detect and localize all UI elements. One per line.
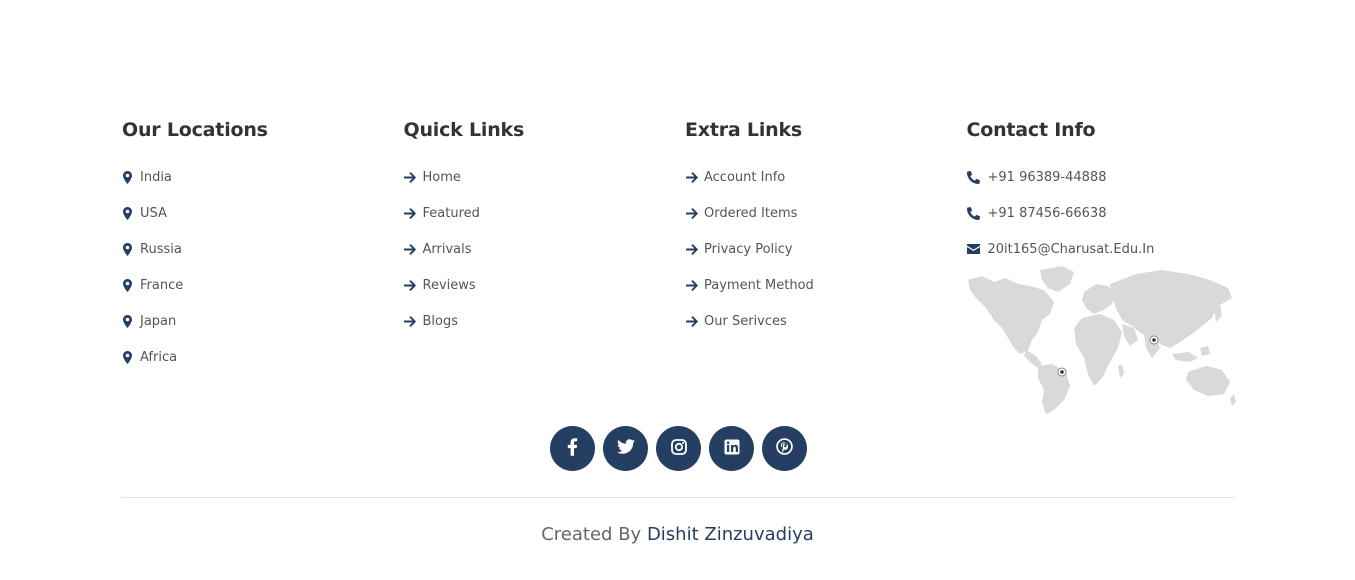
linkedin-icon [724, 439, 740, 459]
world-map-illustration [966, 262, 1236, 414]
location-item-france[interactable]: France [122, 267, 404, 303]
contact-email-label: 20it165@Charusat.Edu.In [987, 241, 1155, 257]
arrow-right-icon [404, 314, 417, 328]
twitter-button[interactable] [603, 426, 648, 471]
location-item-usa[interactable]: USA [122, 195, 404, 231]
linkedin-button[interactable] [709, 426, 754, 471]
quick-link-featured[interactable]: Featured [404, 195, 686, 231]
extra-links-column: Extra Links Account Info Ordered Items P… [685, 117, 967, 375]
location-label: France [140, 277, 184, 293]
location-label: Russia [140, 241, 182, 257]
facebook-button[interactable] [550, 426, 595, 471]
arrow-right-icon [685, 314, 698, 328]
quick-link-reviews[interactable]: Reviews [404, 267, 686, 303]
pinterest-button[interactable] [762, 426, 807, 471]
credit-author[interactable]: Dishit Zinzuvadiya [647, 524, 814, 545]
pinterest-icon [776, 438, 793, 459]
twitter-icon [616, 439, 635, 458]
quick-link-blogs[interactable]: Blogs [404, 303, 686, 339]
credit-line: Created By Dishit Zinzuvadiya [0, 522, 1355, 548]
map-marker-icon [122, 242, 132, 256]
location-label: Africa [140, 349, 178, 365]
arrow-right-icon [404, 242, 417, 256]
extra-link-payment-method[interactable]: Payment Method [685, 267, 967, 303]
map-marker-icon [122, 170, 132, 184]
location-item-africa[interactable]: Africa [122, 339, 404, 375]
credit-prefix: Created By [541, 524, 642, 545]
contact-phone-1[interactable]: +91 96389-44888 [967, 159, 1249, 195]
arrow-right-icon [404, 278, 417, 292]
locations-list: India USA Russia France Japan Africa [122, 159, 404, 375]
instagram-button[interactable] [656, 426, 701, 471]
extra-link-ordered-items[interactable]: Ordered Items [685, 195, 967, 231]
extra-link-privacy-policy[interactable]: Privacy Policy [685, 231, 967, 267]
quick-link-label: Home [422, 169, 461, 185]
quick-links-column: Quick Links Home Featured Arrivals Revie… [404, 117, 686, 375]
map-marker-icon [122, 278, 132, 292]
map-marker-icon [122, 206, 132, 220]
extra-links-title: Extra Links [685, 119, 803, 141]
arrow-right-icon [404, 206, 417, 220]
location-item-russia[interactable]: Russia [122, 231, 404, 267]
extra-link-label: Payment Method [704, 277, 814, 293]
location-label: Japan [140, 313, 177, 329]
instagram-icon [670, 438, 687, 459]
contact-phone-2-label: +91 87456-66638 [987, 205, 1107, 221]
quick-links-list: Home Featured Arrivals Reviews Blogs [404, 159, 686, 339]
quick-link-home[interactable]: Home [404, 159, 686, 195]
footer-divider [121, 497, 1235, 498]
extra-link-label: Our Serivces [704, 313, 787, 329]
phone-icon [967, 206, 981, 220]
quick-link-label: Arrivals [422, 241, 472, 257]
arrow-right-icon [685, 242, 698, 256]
location-item-india[interactable]: India [122, 159, 404, 195]
locations-title: Our Locations [122, 119, 268, 141]
contact-phone-1-label: +91 96389-44888 [987, 169, 1107, 185]
phone-icon [967, 170, 981, 184]
quick-link-label: Reviews [422, 277, 476, 293]
extra-link-label: Account Info [704, 169, 786, 185]
arrow-right-icon [685, 278, 698, 292]
footer: Our Locations India USA Russia France Ja… [0, 0, 1355, 580]
envelope-icon [967, 242, 981, 256]
contact-list: +91 96389-44888 +91 87456-66638 20it165@… [967, 159, 1249, 267]
location-label: USA [140, 205, 167, 221]
extra-link-our-services[interactable]: Our Serivces [685, 303, 967, 339]
location-label: India [140, 169, 172, 185]
extra-link-label: Ordered Items [704, 205, 798, 221]
map-marker-icon [122, 350, 132, 364]
locations-column: Our Locations India USA Russia France Ja… [122, 117, 404, 375]
social-links [550, 426, 807, 471]
contact-title: Contact Info [966, 119, 1096, 141]
extra-link-label: Privacy Policy [704, 241, 793, 257]
location-item-japan[interactable]: Japan [122, 303, 404, 339]
quick-links-title: Quick Links [403, 119, 525, 141]
contact-phone-2[interactable]: +91 87456-66638 [967, 195, 1249, 231]
arrow-right-icon [685, 206, 698, 220]
arrow-right-icon [404, 170, 417, 184]
facebook-icon [567, 437, 578, 460]
quick-link-label: Blogs [422, 313, 459, 329]
extra-link-account-info[interactable]: Account Info [685, 159, 967, 195]
map-marker-icon [122, 314, 132, 328]
extra-links-list: Account Info Ordered Items Privacy Polic… [685, 159, 967, 339]
arrow-right-icon [685, 170, 698, 184]
quick-link-arrivals[interactable]: Arrivals [404, 231, 686, 267]
quick-link-label: Featured [422, 205, 480, 221]
